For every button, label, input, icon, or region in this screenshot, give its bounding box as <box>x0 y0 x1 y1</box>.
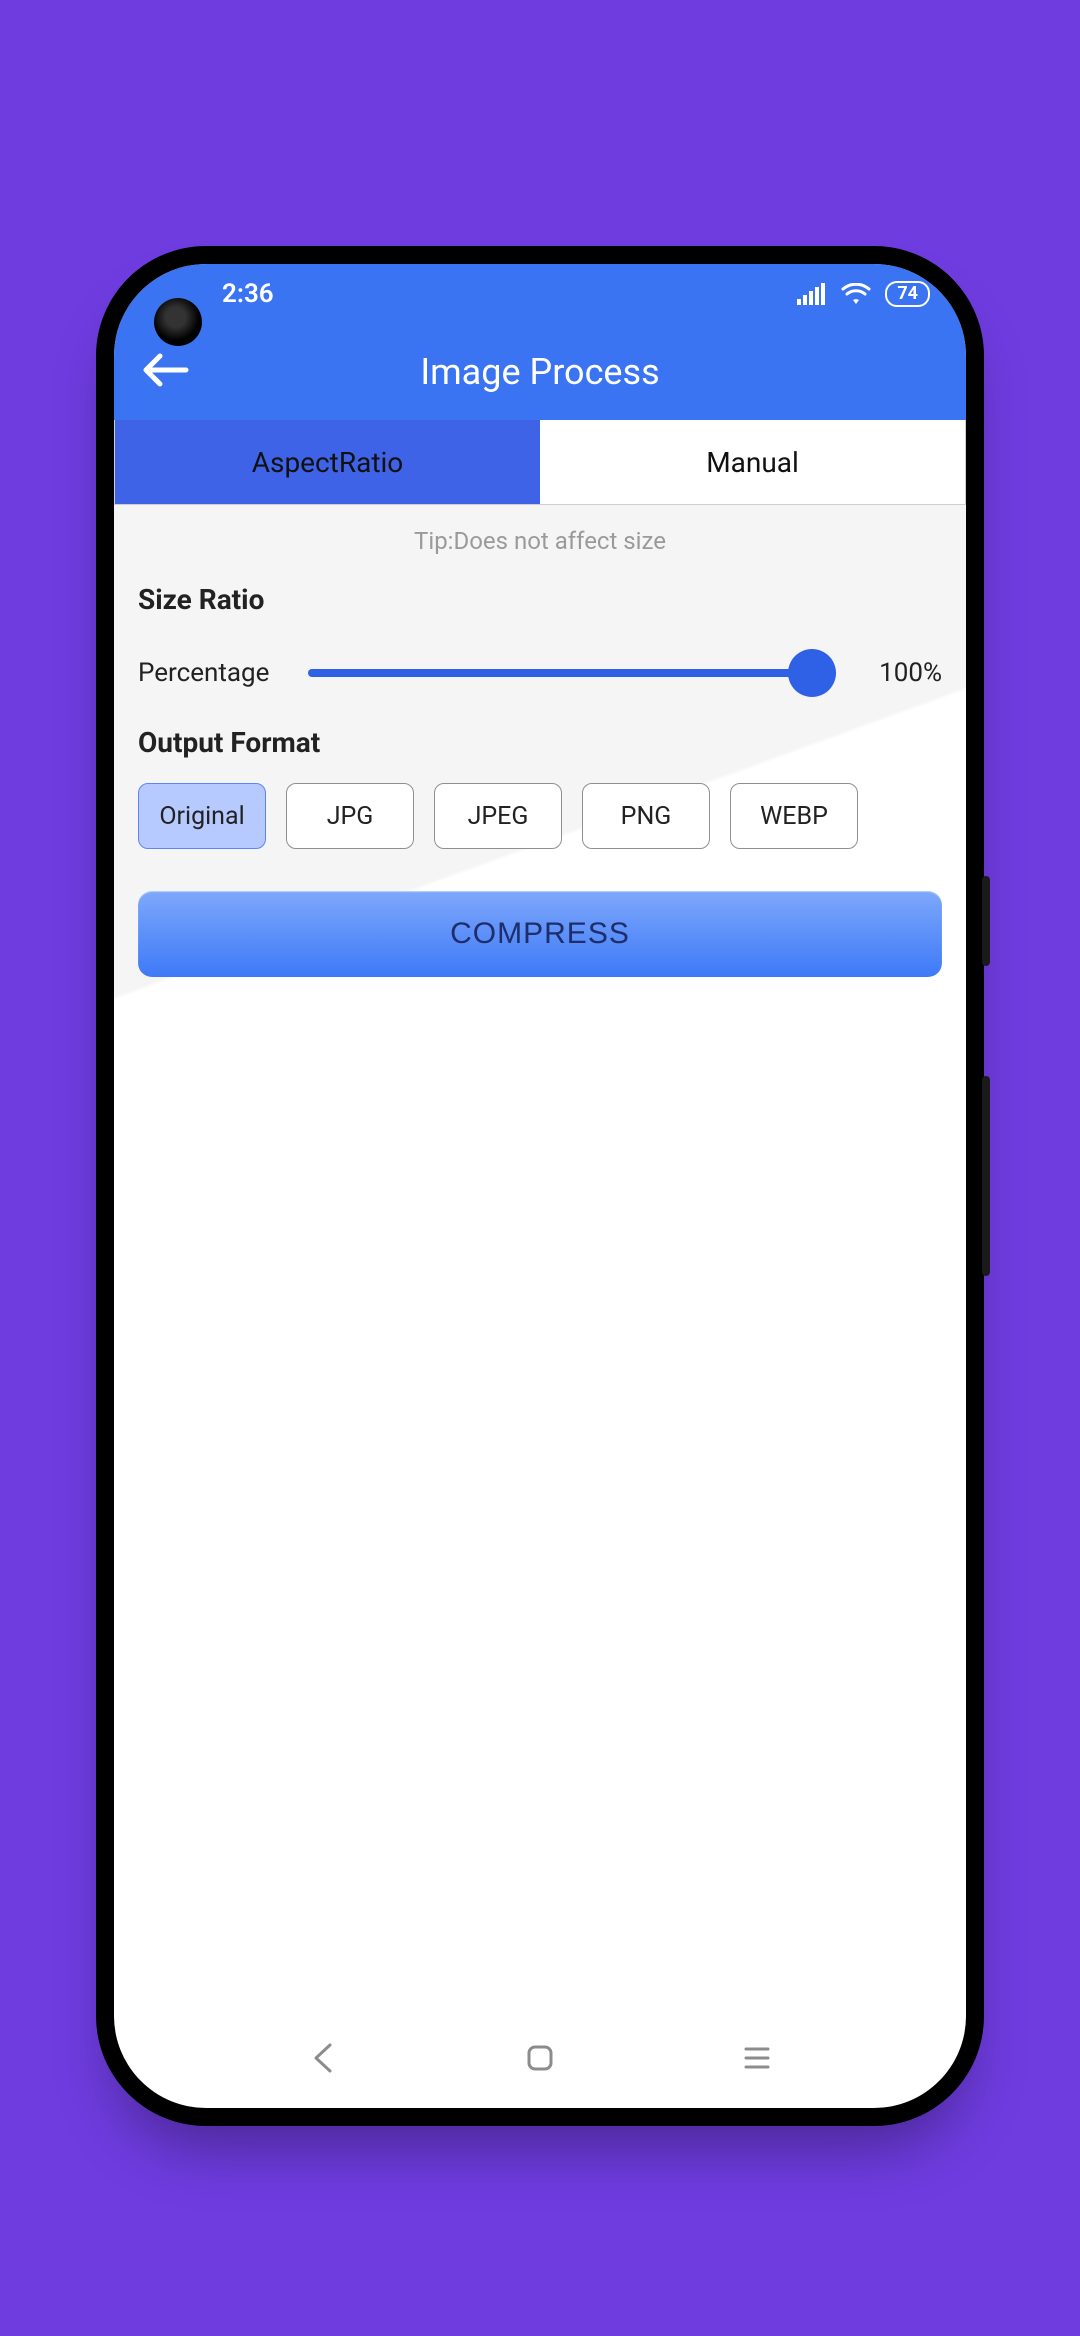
nav-back-button[interactable] <box>293 2030 353 2090</box>
phone-frame: 2:36 <box>96 246 984 2126</box>
format-jpg[interactable]: JPG <box>286 783 414 849</box>
tab-manual[interactable]: Manual <box>540 420 965 504</box>
top-bar-area: 2:36 <box>114 264 966 420</box>
format-options: Original JPG JPEG PNG WEBP <box>138 783 942 849</box>
back-button[interactable] <box>136 342 196 402</box>
nav-recent-icon <box>742 2045 772 2075</box>
system-nav-bar <box>114 2012 966 2108</box>
screen: 2:36 <box>114 264 966 2108</box>
content-area: Tip:Does not affect size Size Ratio Perc… <box>114 505 966 2012</box>
format-original[interactable]: Original <box>138 783 266 849</box>
nav-home-button[interactable] <box>510 2030 570 2090</box>
back-arrow-icon <box>142 350 190 394</box>
percentage-slider[interactable] <box>308 669 836 677</box>
size-ratio-title: Size Ratio <box>138 583 942 616</box>
output-format-title: Output Format <box>138 726 942 759</box>
side-button <box>982 1076 990 1276</box>
percentage-value: 100% <box>856 658 942 688</box>
tab-aspect-ratio[interactable]: AspectRatio <box>115 420 540 504</box>
status-bar: 2:36 <box>114 264 966 324</box>
signal-icon <box>797 283 827 305</box>
format-webp[interactable]: WEBP <box>730 783 858 849</box>
page-title: Image Process <box>114 351 966 393</box>
wifi-icon <box>841 283 871 305</box>
app-bar: Image Process <box>114 324 966 420</box>
format-jpeg[interactable]: JPEG <box>434 783 562 849</box>
tip-text: Tip:Does not affect size <box>138 527 942 555</box>
nav-back-icon <box>310 2043 336 2077</box>
camera-punch-hole <box>154 298 202 346</box>
status-time: 2:36 <box>222 279 274 309</box>
percentage-slider-wrap <box>308 669 836 677</box>
percentage-row: Percentage 100% <box>138 658 942 688</box>
nav-recent-button[interactable] <box>727 2030 787 2090</box>
format-png[interactable]: PNG <box>582 783 710 849</box>
percentage-label: Percentage <box>138 658 288 688</box>
status-icons: 74 <box>797 281 930 307</box>
side-button <box>982 876 990 966</box>
mode-tabs: AspectRatio Manual <box>114 420 966 505</box>
nav-home-icon <box>525 2043 555 2077</box>
compress-button[interactable]: COMPRESS <box>138 891 942 977</box>
battery-indicator: 74 <box>885 281 930 307</box>
